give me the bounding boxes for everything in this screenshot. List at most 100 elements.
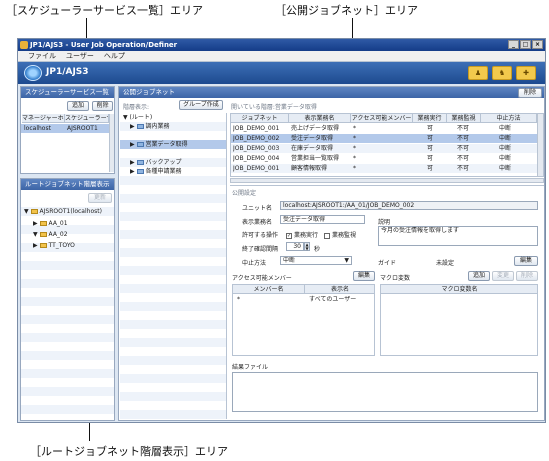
tree-item-label: 調内業務 bbox=[145, 123, 170, 130]
chevron-down-icon: ▼ bbox=[344, 257, 349, 264]
interval-spinner[interactable]: ▲ ▼ bbox=[304, 242, 310, 251]
public-jobnet-header: 公開ジョブネット bbox=[119, 87, 544, 98]
unit-name-field: localhost:AJSROOT1:/AA_01/JOB_DEMO_002 bbox=[280, 201, 538, 210]
cell-monitor: 不可 bbox=[457, 135, 470, 142]
op-execute-checkbox[interactable]: ✓ bbox=[286, 232, 292, 239]
group-create-button[interactable]: グループ作成 bbox=[179, 100, 223, 110]
tree-stripe bbox=[21, 279, 114, 288]
result-file-area[interactable] bbox=[232, 372, 538, 412]
user-add-icon[interactable]: ✚ bbox=[516, 66, 536, 80]
expand-icon[interactable]: ▶ bbox=[130, 168, 135, 175]
tree-item-aa01[interactable]: ▶ AA_01 bbox=[33, 219, 68, 228]
public-tree-item-root[interactable]: ▼ (ルート) bbox=[123, 113, 152, 122]
macro-label: マクロ変数 bbox=[380, 275, 411, 282]
scheduler-scrollbar[interactable] bbox=[109, 114, 114, 172]
jobnet-table-scrollbar[interactable] bbox=[537, 114, 543, 176]
unit-name-label: ユニット名 bbox=[242, 205, 273, 212]
group-icon[interactable]: ♞ bbox=[492, 66, 512, 80]
col-stop-method[interactable]: 中止方法 bbox=[481, 114, 537, 123]
tree-item-label: (ルート) bbox=[129, 114, 153, 121]
root-tree-refresh-button[interactable]: 更新 bbox=[88, 193, 112, 203]
cell-execute: 可 bbox=[427, 125, 434, 132]
tree-stripe bbox=[120, 248, 226, 257]
jobnet-table-hscrollbar[interactable] bbox=[230, 178, 544, 183]
macro-table: マクロ変数名 bbox=[380, 284, 538, 356]
expand-icon[interactable]: ▶ bbox=[130, 159, 135, 166]
expand-icon[interactable]: ▶ bbox=[130, 123, 135, 130]
cell-access: * bbox=[353, 125, 356, 132]
macro-add-button[interactable]: 追加 bbox=[468, 271, 490, 281]
tree-item-label: AJSROOT1(localhost) bbox=[39, 208, 102, 215]
tree-stripe bbox=[21, 351, 114, 360]
description-textarea[interactable]: 今月の受注情報を取得します bbox=[378, 226, 538, 246]
col-access-members[interactable]: アクセス可能メンバー bbox=[351, 114, 413, 123]
menu-bar: ファイル ユーザー ヘルプ bbox=[18, 51, 545, 62]
op-monitor-checkbox[interactable] bbox=[324, 232, 330, 239]
public-tree-item[interactable]: ▶ バックアップ bbox=[130, 158, 182, 167]
display-name-label: 表示業務名 bbox=[242, 219, 273, 226]
tree-stripe bbox=[120, 392, 226, 401]
cell-execute: 可 bbox=[427, 165, 434, 172]
op-monitor-option[interactable]: 業務監視 bbox=[324, 230, 356, 239]
title-bar[interactable]: JP1/AJS3 - User Job Operation/Definer _ … bbox=[18, 39, 545, 51]
maximize-button[interactable]: □ bbox=[520, 40, 531, 49]
public-jobnet-area-callout: ［公開ジョブネット］エリア bbox=[275, 4, 418, 17]
access-col-display[interactable]: 表示名 bbox=[305, 285, 374, 294]
close-button[interactable]: × bbox=[532, 40, 543, 49]
tree-item-label: バックアップ bbox=[145, 159, 182, 166]
tree-item-aa02[interactable]: ▼ AA_02 bbox=[33, 230, 68, 239]
col-monitor[interactable]: 業務監視 bbox=[447, 114, 481, 123]
expand-icon[interactable]: ▼ bbox=[123, 114, 128, 121]
col-execute[interactable]: 業務実行 bbox=[413, 114, 447, 123]
macro-col-name[interactable]: マクロ変数名 bbox=[381, 285, 537, 294]
confirm-interval-input[interactable]: 30 bbox=[286, 242, 304, 251]
cell-display-name: 営業担当一覧取得 bbox=[291, 155, 340, 162]
menu-help[interactable]: ヘルプ bbox=[104, 51, 125, 61]
folder-icon bbox=[136, 142, 144, 147]
access-member-cell: * bbox=[237, 296, 240, 303]
macro-delete-button[interactable]: 削除 bbox=[516, 271, 538, 281]
open-hierarchy-label: 開いている階層:営業データ取得 bbox=[231, 104, 317, 111]
scheduler-add-button[interactable]: 追加 bbox=[67, 101, 89, 111]
expand-icon[interactable]: ▶ bbox=[130, 141, 135, 148]
op-execute-option[interactable]: ✓ 業務実行 bbox=[286, 230, 318, 239]
scheduler-delete-button[interactable]: 削除 bbox=[92, 101, 113, 111]
op-monitor-label: 業務監視 bbox=[332, 232, 357, 239]
scheduler-col-service[interactable]: スケジューラーサービス bbox=[65, 114, 109, 123]
tree-item-tt-toyo[interactable]: ▶ TT_TOYO bbox=[33, 241, 75, 250]
scheduler-list-panel: スケジューラーサービス一覧 追加 削除 マネージャーホスト スケジューラーサービ… bbox=[20, 86, 115, 174]
expand-icon[interactable]: ▼ bbox=[24, 208, 29, 215]
person-icon[interactable]: ♟ bbox=[468, 66, 488, 80]
stop-method-value: 中断 bbox=[283, 257, 296, 264]
window-title: JP1/AJS3 - User Job Operation/Definer bbox=[30, 41, 178, 49]
scheduler-col-host[interactable]: マネージャーホスト bbox=[22, 114, 65, 123]
cell-jobnet: JOB_DEMO_003 bbox=[233, 145, 280, 152]
guide-edit-button[interactable]: 編集 bbox=[514, 256, 538, 266]
cell-jobnet: JOB_DEMO_002 bbox=[233, 135, 280, 142]
macro-change-button[interactable]: 変更 bbox=[492, 271, 514, 281]
expand-icon[interactable]: ▼ bbox=[33, 231, 38, 238]
tree-stripe bbox=[21, 405, 114, 414]
access-col-member[interactable]: メンバー名 bbox=[233, 285, 305, 294]
banner-logo-text: JP1/AJS3 bbox=[46, 67, 89, 77]
public-tree-item[interactable]: ▶ 各種申請業務 bbox=[130, 167, 182, 176]
menu-file[interactable]: ファイル bbox=[28, 51, 56, 61]
display-name-input[interactable]: 受注データ取得 bbox=[280, 215, 365, 224]
expand-icon[interactable]: ▶ bbox=[33, 220, 38, 227]
tree-stripe bbox=[120, 320, 226, 329]
tree-stripe bbox=[120, 176, 226, 185]
public-tree-item[interactable]: ▶ 調内業務 bbox=[130, 122, 170, 131]
col-display-name[interactable]: 表示業務名 bbox=[289, 114, 351, 123]
expand-icon[interactable]: ▶ bbox=[33, 242, 38, 249]
tree-stripe bbox=[21, 369, 114, 378]
menu-user[interactable]: ユーザー bbox=[66, 51, 94, 61]
tree-stripe bbox=[120, 302, 226, 311]
col-jobnet[interactable]: ジョブネット bbox=[231, 114, 289, 123]
tree-item-root[interactable]: ▼ AJSROOT1(localhost) bbox=[24, 207, 102, 216]
minimize-button[interactable]: _ bbox=[508, 40, 519, 49]
public-tree-item-selected[interactable]: ▶ 営業データ取得 bbox=[130, 140, 188, 149]
stop-method-select[interactable]: 中断 ▼ bbox=[280, 256, 352, 265]
cell-execute: 可 bbox=[427, 145, 434, 152]
access-edit-button[interactable]: 編集 bbox=[353, 271, 375, 281]
public-delete-button[interactable]: 削除 bbox=[518, 88, 542, 98]
